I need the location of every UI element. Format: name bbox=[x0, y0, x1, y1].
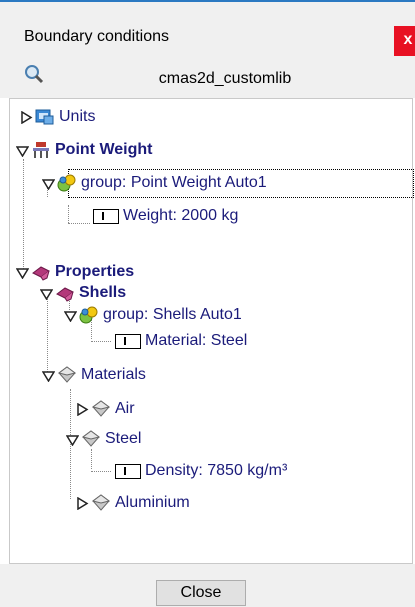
tree-item-material[interactable]: Material: Steel bbox=[115, 330, 247, 352]
tree-item-label: group: Point Weight Auto1 bbox=[81, 174, 267, 191]
tree-line bbox=[23, 159, 24, 269]
collapse-icon[interactable] bbox=[42, 369, 55, 382]
tree-item-materials[interactable]: Materials bbox=[42, 364, 146, 386]
tree-line bbox=[91, 471, 111, 472]
material-icon bbox=[91, 400, 111, 417]
tree-item-label: Properties bbox=[55, 263, 135, 280]
material-icon bbox=[91, 494, 111, 511]
conditions-tree[interactable]: Units Point Weight group: Point Weight A… bbox=[9, 98, 414, 564]
tree-item-aluminium[interactable]: Aluminium bbox=[76, 492, 190, 514]
point-weight-icon bbox=[33, 142, 49, 158]
search-value[interactable]: cmas2d_customlib bbox=[130, 70, 320, 88]
tree-item-label: Material: Steel bbox=[145, 332, 248, 349]
tree-line bbox=[68, 205, 69, 223]
tree-item-label: Air bbox=[115, 400, 135, 417]
expand-icon[interactable] bbox=[20, 110, 33, 124]
tree-item-units[interactable]: Units bbox=[20, 106, 95, 128]
title-bar: Boundary conditions x bbox=[0, 2, 415, 58]
tree-line bbox=[68, 223, 90, 224]
properties-icon bbox=[32, 266, 50, 281]
tree-item-group-shells[interactable]: group: Shells Auto1 bbox=[64, 304, 242, 326]
tree-item-density[interactable]: Density: 7850 kg/m³ bbox=[115, 460, 287, 482]
tree-item-properties[interactable]: Properties bbox=[16, 261, 134, 283]
tree-line bbox=[47, 294, 48, 374]
tree-item-group-point-weight[interactable]: group: Point Weight Auto1 bbox=[42, 172, 267, 194]
tree-item-label: Materials bbox=[81, 366, 146, 383]
tree-item-shells[interactable]: Shells bbox=[40, 282, 126, 304]
group-icon bbox=[79, 306, 98, 324]
group-icon bbox=[57, 174, 76, 192]
value-field-icon bbox=[93, 208, 119, 224]
tree-item-steel[interactable]: Steel bbox=[66, 428, 141, 450]
material-icon bbox=[81, 430, 101, 447]
tree-item-point-weight[interactable]: Point Weight bbox=[16, 139, 152, 161]
tree-item-weight[interactable]: Weight: 2000 kg bbox=[93, 205, 238, 227]
expand-icon[interactable] bbox=[76, 402, 89, 416]
collapse-icon[interactable] bbox=[40, 287, 53, 300]
collapse-icon[interactable] bbox=[64, 309, 77, 322]
expand-icon[interactable] bbox=[76, 496, 89, 510]
close-button[interactable]: Close bbox=[156, 580, 246, 606]
tree-item-label: Steel bbox=[105, 430, 142, 447]
tree-item-label: Units bbox=[59, 108, 96, 125]
tree-line bbox=[91, 341, 111, 342]
dialog-title: Boundary conditions bbox=[24, 28, 169, 45]
tree-item-air[interactable]: Air bbox=[76, 398, 135, 420]
tree-line bbox=[91, 449, 92, 469]
tree-item-label: Point Weight bbox=[55, 141, 153, 158]
tree-item-label: group: Shells Auto1 bbox=[103, 306, 242, 323]
collapse-icon[interactable] bbox=[66, 433, 79, 446]
tree-item-label: Shells bbox=[79, 284, 127, 301]
collapse-icon[interactable] bbox=[16, 144, 29, 157]
tree-item-label: Density: 7850 kg/m³ bbox=[145, 462, 288, 479]
tree-item-label: Aluminium bbox=[115, 494, 190, 511]
tree-item-label: Weight: 2000 kg bbox=[123, 207, 239, 224]
units-icon bbox=[35, 109, 54, 125]
collapse-icon[interactable] bbox=[16, 266, 29, 279]
value-field-icon bbox=[115, 463, 141, 479]
dialog-footer: Close bbox=[0, 564, 415, 607]
collapse-icon[interactable] bbox=[42, 177, 55, 190]
value-field-icon bbox=[115, 333, 141, 349]
shells-icon bbox=[56, 287, 74, 302]
search-bar: cmas2d_customlib bbox=[0, 58, 415, 98]
material-icon bbox=[57, 366, 77, 383]
search-icon[interactable] bbox=[24, 64, 46, 86]
close-window-button[interactable]: x bbox=[394, 26, 415, 56]
